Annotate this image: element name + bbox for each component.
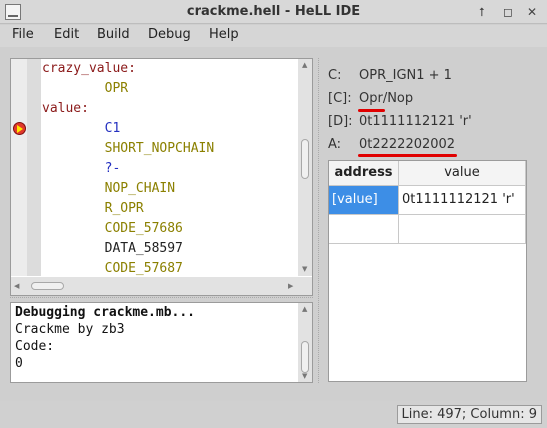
console-vertical-scrollbar[interactable]: ▲ ▼	[298, 303, 312, 382]
register-mem-d-label: [D]:	[328, 114, 353, 129]
menu-debug[interactable]: Debug	[148, 27, 191, 42]
column-header-address[interactable]: address	[329, 161, 399, 186]
code-line: DATA_58597	[42, 241, 183, 256]
register-a-value: 0t2222202002	[359, 137, 456, 152]
code-line: NOP_CHAIN	[42, 181, 176, 196]
memory-table[interactable]: address value [value] 0t1111112121 'r'	[328, 160, 527, 382]
code-line: crazy_value:	[42, 61, 136, 76]
code-line: R_OPR	[42, 201, 144, 216]
cursor-position-status: Line: 497; Column: 9	[396, 405, 542, 424]
menu-help[interactable]: Help	[209, 27, 239, 42]
status-bar: Line: 497; Column: 9	[0, 401, 547, 428]
code-line: CODE_57686	[42, 221, 183, 236]
editor-horizontal-scrollbar[interactable]: ◀ ▶	[11, 277, 312, 295]
vertical-splitter[interactable]	[318, 58, 321, 383]
panel-splitter[interactable]	[10, 297, 313, 301]
column-header-value[interactable]: value	[399, 161, 526, 186]
editor-horizontal-scroll-thumb[interactable]	[31, 282, 64, 290]
red-underline-annotation	[358, 109, 385, 112]
code-editor[interactable]: crazy_value: OPR value: C1 SHORT_NOPCHAI…	[10, 58, 313, 296]
scroll-left-arrow-icon[interactable]: ◀	[14, 282, 19, 290]
register-mem-c-label: [C]:	[328, 91, 352, 106]
console-line: Debugging crackme.mb...	[15, 305, 196, 320]
console-line: 0	[15, 356, 23, 371]
close-button[interactable]: ✕	[524, 4, 540, 20]
title-bar: crackme.hell - HeLL IDE ⭡ ◻ ✕	[0, 0, 547, 24]
register-mem-d-value: 0t1111112121 'r'	[359, 114, 472, 129]
scroll-right-arrow-icon[interactable]: ▶	[288, 282, 293, 290]
scroll-down-arrow-icon[interactable]: ▼	[302, 265, 307, 273]
console-vertical-scroll-thumb[interactable]	[301, 341, 309, 373]
menu-bar: File Edit Build Debug Help	[0, 25, 547, 47]
table-cell-address[interactable]: [value]	[329, 186, 399, 215]
breakpoint-gutter[interactable]	[11, 59, 27, 276]
window-title: crackme.hell - HeLL IDE	[186, 4, 361, 19]
table-cell-address[interactable]	[329, 215, 399, 244]
menu-file[interactable]: File	[12, 27, 34, 42]
console-line: Crackme by zb3	[15, 322, 125, 337]
code-line: CODE_57687	[42, 261, 183, 276]
table-cell-value[interactable]	[399, 215, 526, 244]
console-line: Code:	[15, 339, 55, 354]
register-a-label: A:	[328, 137, 342, 152]
menu-edit[interactable]: Edit	[54, 27, 79, 42]
current-line-arrow-icon	[13, 122, 26, 135]
editor-vertical-scrollbar[interactable]: ▲ ▼	[298, 59, 312, 276]
table-cell-value[interactable]: 0t1111112121 'r'	[399, 186, 526, 215]
keep-above-button[interactable]: ⭡	[474, 4, 490, 20]
code-line: value:	[42, 101, 89, 116]
scroll-up-arrow-icon[interactable]: ▲	[302, 61, 307, 69]
code-line: C1	[42, 121, 121, 136]
scroll-up-arrow-icon[interactable]: ▲	[302, 305, 307, 313]
line-marker-strip	[27, 59, 41, 276]
code-line: ?-	[42, 161, 121, 176]
maximize-button[interactable]: ◻	[500, 4, 516, 20]
editor-vertical-scroll-thumb[interactable]	[301, 139, 309, 179]
register-c-label: C:	[328, 68, 342, 83]
scroll-down-arrow-icon[interactable]: ▼	[302, 372, 307, 380]
debug-console[interactable]: Debugging crackme.mb... Crackme by zb3 C…	[10, 302, 313, 383]
register-mem-c-value: Opr/Nop	[359, 91, 414, 106]
menu-build[interactable]: Build	[97, 27, 130, 42]
red-underline-annotation	[358, 154, 457, 157]
code-area[interactable]: crazy_value: OPR value: C1 SHORT_NOPCHAI…	[42, 59, 297, 276]
code-line: OPR	[42, 81, 129, 96]
code-line: SHORT_NOPCHAIN	[42, 141, 215, 156]
register-c-value: OPR_IGN1 + 1	[359, 68, 452, 83]
